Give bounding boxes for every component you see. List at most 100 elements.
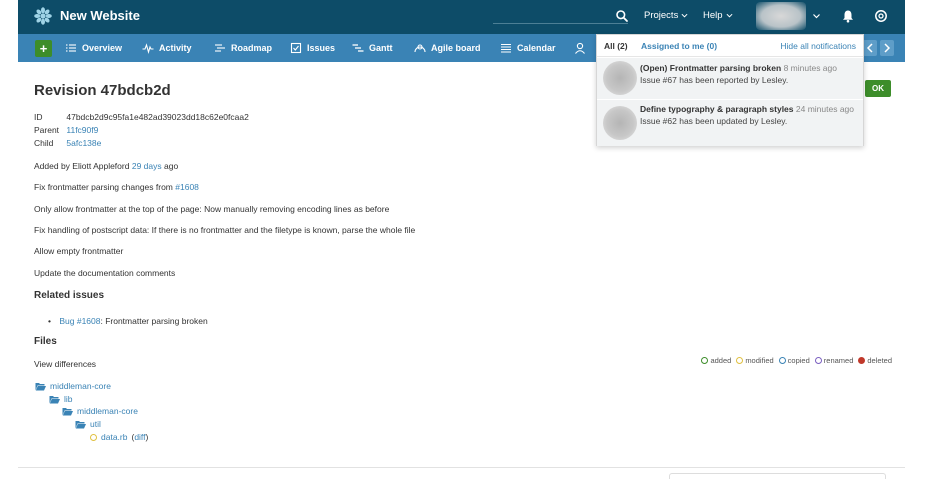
chevron-down-icon[interactable]	[812, 9, 821, 23]
tree-folder-label[interactable]: lib	[64, 394, 73, 404]
legend-deleted: deleted	[858, 356, 892, 365]
commit-message-line: Update the documentation comments	[34, 268, 176, 278]
tab-issues-label: Issues	[307, 43, 336, 53]
added-by-line: Added by Eliott Appleford 29 days ago	[34, 161, 178, 171]
notification-body: Issue #67 has been reported by Lesley.	[640, 74, 789, 85]
help-circle-icon[interactable]	[874, 9, 888, 23]
notification-title: Define typography & paragraph styles	[640, 104, 794, 114]
notification-text: (Open) Frontmatter parsing broken 8 minu…	[640, 63, 858, 86]
notification-time: 24 minutes ago	[795, 104, 855, 114]
tab-activity[interactable]: Activity	[142, 42, 192, 54]
folder-open-icon	[49, 395, 60, 403]
added-time-link[interactable]: 29 days	[132, 161, 162, 171]
related-issue-link[interactable]: Bug #1608	[59, 316, 100, 326]
commit-message-line: Fix handling of postscript data: If ther…	[34, 225, 416, 235]
tab-overview[interactable]: Overview	[65, 42, 122, 54]
projects-menu-label: Projects	[644, 10, 679, 21]
child-link[interactable]: 5afc138e	[66, 138, 101, 148]
added-by-suffix: ago	[164, 161, 179, 171]
scroll-left-button[interactable]	[863, 40, 877, 56]
user-avatar[interactable]	[756, 2, 806, 30]
tab-issues[interactable]: Issues	[290, 42, 335, 54]
parent-link[interactable]: 11fc90f9	[66, 125, 98, 135]
tab-activity-label: Activity	[159, 43, 192, 53]
diff-link[interactable]: diff	[134, 432, 145, 442]
commit-message-line: Fix frontmatter parsing changes from #16…	[34, 182, 199, 192]
legend-copied: copied	[778, 356, 810, 365]
help-menu-label: Help	[703, 10, 723, 21]
site-title[interactable]: New Website	[60, 8, 140, 23]
logo-icon[interactable]	[34, 7, 52, 25]
calendar-icon	[501, 44, 511, 53]
notification-item[interactable]: (Open) Frontmatter parsing broken 8 minu…	[597, 58, 863, 99]
search-icon[interactable]	[615, 9, 629, 23]
id-value: 47bdcb2d9c95fa1e482ad39023dd18c62e0fcaa2	[66, 112, 249, 122]
issues-icon	[290, 42, 302, 54]
deleted-icon	[858, 357, 866, 364]
tab-calendar[interactable]: Calendar	[500, 42, 556, 54]
ok-button[interactable]: OK	[865, 80, 891, 97]
help-menu[interactable]: Help	[703, 10, 733, 21]
tab-calendar-label: Calendar	[517, 43, 556, 53]
notification-text: Define typography & paragraph styles 24 …	[640, 104, 858, 127]
top-header: New Website Projects Help	[18, 0, 905, 34]
notification-item[interactable]: Define typography & paragraph styles 24 …	[597, 100, 863, 146]
tree-folder-label[interactable]: util	[90, 419, 101, 429]
legend-added: added	[701, 356, 731, 365]
tree-folder-label[interactable]: middleman-core	[77, 406, 138, 416]
related-issue-item: Bug #1608: Frontmatter parsing broken	[48, 316, 208, 326]
modified-icon	[90, 433, 97, 441]
folder-open-icon	[35, 382, 46, 390]
agile-icon	[414, 44, 426, 53]
tab-gantt-label: Gantt	[369, 43, 393, 53]
tree-folder[interactable]: middleman-core	[62, 406, 138, 416]
chevron-left-icon	[866, 43, 873, 53]
tab-all-notifications[interactable]: All (2)	[604, 41, 628, 51]
tree-folder[interactable]: util	[75, 419, 101, 429]
new-item-button[interactable]: +	[35, 40, 52, 57]
bell-icon[interactable]	[841, 9, 855, 23]
revision-child-row: Child 5afc138e	[34, 138, 101, 148]
copied-icon	[778, 357, 786, 364]
commit-message-line: Allow empty frontmatter	[34, 246, 124, 256]
avatar	[603, 106, 637, 140]
tab-agile-board[interactable]: Agile board	[414, 42, 481, 54]
hide-all-notifications-link[interactable]: Hide all notifications	[780, 41, 856, 51]
commit-message-line: Only allow frontmatter at the top of the…	[34, 204, 390, 214]
search-input[interactable]	[493, 23, 628, 24]
gantt-icon	[352, 44, 364, 52]
notification-title: (Open) Frontmatter parsing broken	[640, 63, 782, 73]
issue-link-1608[interactable]: #1608	[175, 182, 199, 192]
list-icon	[66, 44, 76, 52]
chevron-down-icon	[681, 13, 688, 18]
diff-wrapper: (diff)	[131, 432, 149, 442]
child-label: Child	[34, 138, 54, 148]
tab-roadmap[interactable]: Roadmap	[214, 42, 272, 54]
tab-gantt[interactable]: Gantt	[352, 42, 393, 54]
tree-file-link[interactable]: data.rb	[101, 432, 127, 442]
tree-file: data.rb (diff)	[90, 432, 148, 442]
files-heading: Files	[34, 336, 57, 347]
related-issue-text: : Frontmatter parsing broken	[100, 316, 208, 326]
tree-folder-label[interactable]: middleman-core	[50, 381, 111, 391]
page-title: Revision 47bdcb2d	[34, 82, 171, 99]
added-by-text: Added by Eliott Appleford	[34, 161, 130, 171]
view-differences-link[interactable]: View differences	[34, 359, 96, 369]
legend-modified: modified	[736, 356, 774, 365]
folder-open-icon	[62, 407, 73, 415]
scroll-right-button[interactable]	[880, 40, 894, 56]
parent-label: Parent	[34, 125, 60, 135]
notification-body: Issue #62 has been updated by Lesley.	[640, 115, 788, 126]
tree-folder[interactable]: lib	[49, 394, 73, 404]
folder-open-icon	[75, 420, 86, 428]
tree-folder[interactable]: middleman-core	[35, 381, 111, 391]
tab-overview-label: Overview	[82, 43, 123, 53]
notification-time: 8 minutes ago	[783, 63, 837, 73]
user-icon[interactable]	[574, 42, 586, 54]
tab-assigned-to-me[interactable]: Assigned to me (0)	[641, 41, 717, 51]
avatar	[603, 61, 637, 95]
projects-menu[interactable]: Projects	[644, 10, 688, 21]
related-issues-heading: Related issues	[34, 290, 105, 301]
footer-panel	[669, 473, 886, 479]
added-icon	[701, 357, 709, 364]
